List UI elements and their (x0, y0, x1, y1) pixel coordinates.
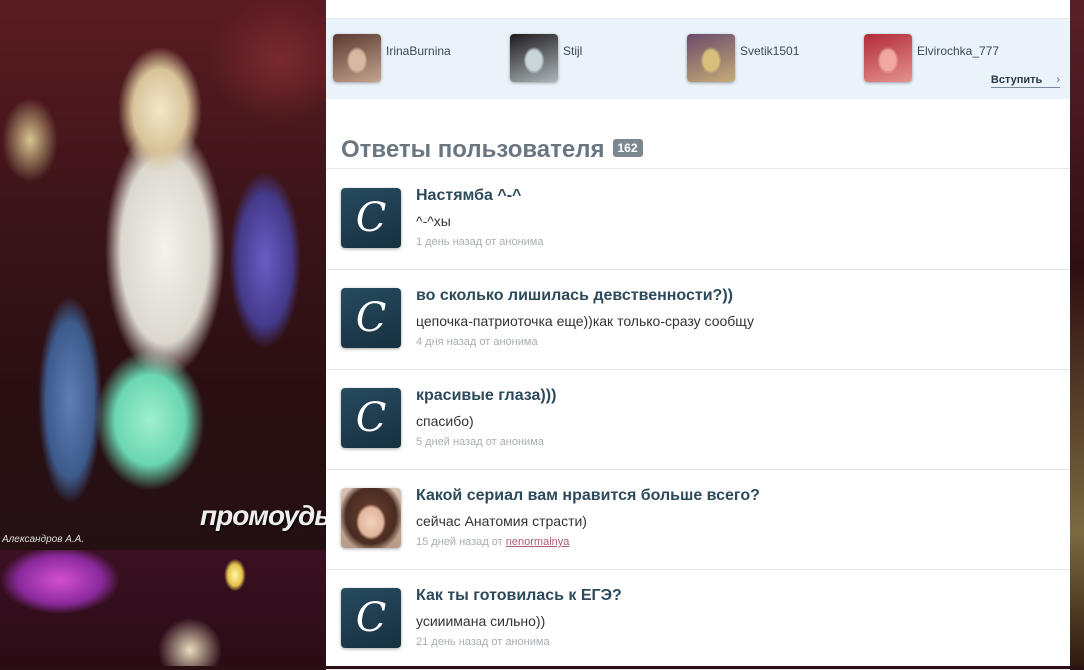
answer-meta: 15 дней назад от nenormalnya (416, 536, 569, 548)
meta-text: 4 дня назад от анонима (416, 336, 538, 348)
member-name[interactable]: Elvirochka_777 (917, 44, 999, 58)
member-avatar[interactable] (864, 34, 912, 82)
question-link[interactable]: Как ты готовилась к ЕГЭ? (416, 587, 622, 605)
member-avatar[interactable] (687, 34, 735, 82)
member-name[interactable]: IrinaBurnina (386, 44, 451, 58)
question-link[interactable]: во сколько лишилась девственности?)) (416, 287, 733, 305)
photo-signature: Александров А.А. (2, 534, 85, 545)
member-name[interactable]: Svetik1501 (740, 44, 799, 58)
chevron-right-icon: › (1056, 74, 1060, 86)
member-item[interactable]: Stijl (510, 34, 582, 82)
answer-meta: 1 день назад от анонима (416, 236, 543, 248)
answers-count-badge: 162 (612, 138, 643, 157)
background-photo-tile (0, 550, 326, 666)
answer-meta: 21 день назад от анонима (416, 636, 550, 648)
answer-item: C Как ты готовилась к ЕГЭ? усииимана сил… (326, 569, 1070, 670)
member-item[interactable]: IrinaBurnina (333, 34, 451, 82)
answer-meta: 5 дней назад от анонима (416, 436, 544, 448)
background-photo: промоуды Александров А.А. (0, 0, 326, 550)
member-name[interactable]: Stijl (563, 44, 582, 58)
answer-item: C во сколько лишилась девственности?)) ц… (326, 269, 1070, 370)
user-avatar[interactable] (341, 488, 401, 548)
meta-text: 5 дней назад от анонима (416, 436, 544, 448)
answer-text: цепочка-патриоточка еще))как только-сраз… (416, 313, 754, 329)
member-avatar[interactable] (333, 34, 381, 82)
question-link[interactable]: красивые глаза))) (416, 387, 556, 405)
anonymous-avatar-icon: C (341, 288, 401, 348)
asker-profile-link[interactable]: nenormalnya (506, 536, 570, 548)
member-avatar[interactable] (510, 34, 558, 82)
answer-item: C Настямба ^-^ ^-^хы 1 день назад от ано… (326, 169, 1070, 270)
panel-top-bar (326, 0, 1070, 19)
answer-text: спасибо) (416, 413, 474, 429)
section-title-text: Ответы пользователя (341, 136, 605, 163)
join-label: Вступить (990, 74, 1043, 86)
question-link[interactable]: Настямба ^-^ (416, 187, 521, 205)
answer-meta: 4 дня назад от анонима (416, 336, 538, 348)
background-photo-edge (1070, 0, 1084, 666)
meta-text: 15 дней назад от (416, 536, 506, 548)
question-link[interactable]: Какой сериал вам нравится больше всего? (416, 487, 760, 505)
answer-text: сейчас Анатомия страсти) (416, 513, 587, 529)
anonymous-avatar-icon: C (341, 388, 401, 448)
photo-watermark: промоуды (200, 500, 326, 531)
answer-item: C красивые глаза))) спасибо) 5 дней наза… (326, 369, 1070, 470)
answer-text: усииимана сильно)) (416, 613, 546, 629)
answer-text: ^-^хы (416, 213, 451, 229)
member-item[interactable]: Svetik1501 (687, 34, 799, 82)
meta-text: 21 день назад от анонима (416, 636, 550, 648)
section-title: Ответы пользователя 162 (341, 136, 643, 164)
answer-item: Какой сериал вам нравится больше всего? … (326, 469, 1070, 570)
anonymous-avatar-icon: C (341, 588, 401, 648)
meta-text: 1 день назад от анонима (416, 236, 544, 248)
profile-panel: IrinaBurnina Stijl Svetik1501 Elvirochka… (326, 0, 1070, 670)
anonymous-avatar-icon: C (341, 188, 401, 248)
member-item[interactable]: Elvirochka_777 (864, 34, 999, 82)
group-members-strip: IrinaBurnina Stijl Svetik1501 Elvirochka… (326, 19, 1070, 99)
join-link[interactable]: Вступить › (990, 74, 1060, 88)
